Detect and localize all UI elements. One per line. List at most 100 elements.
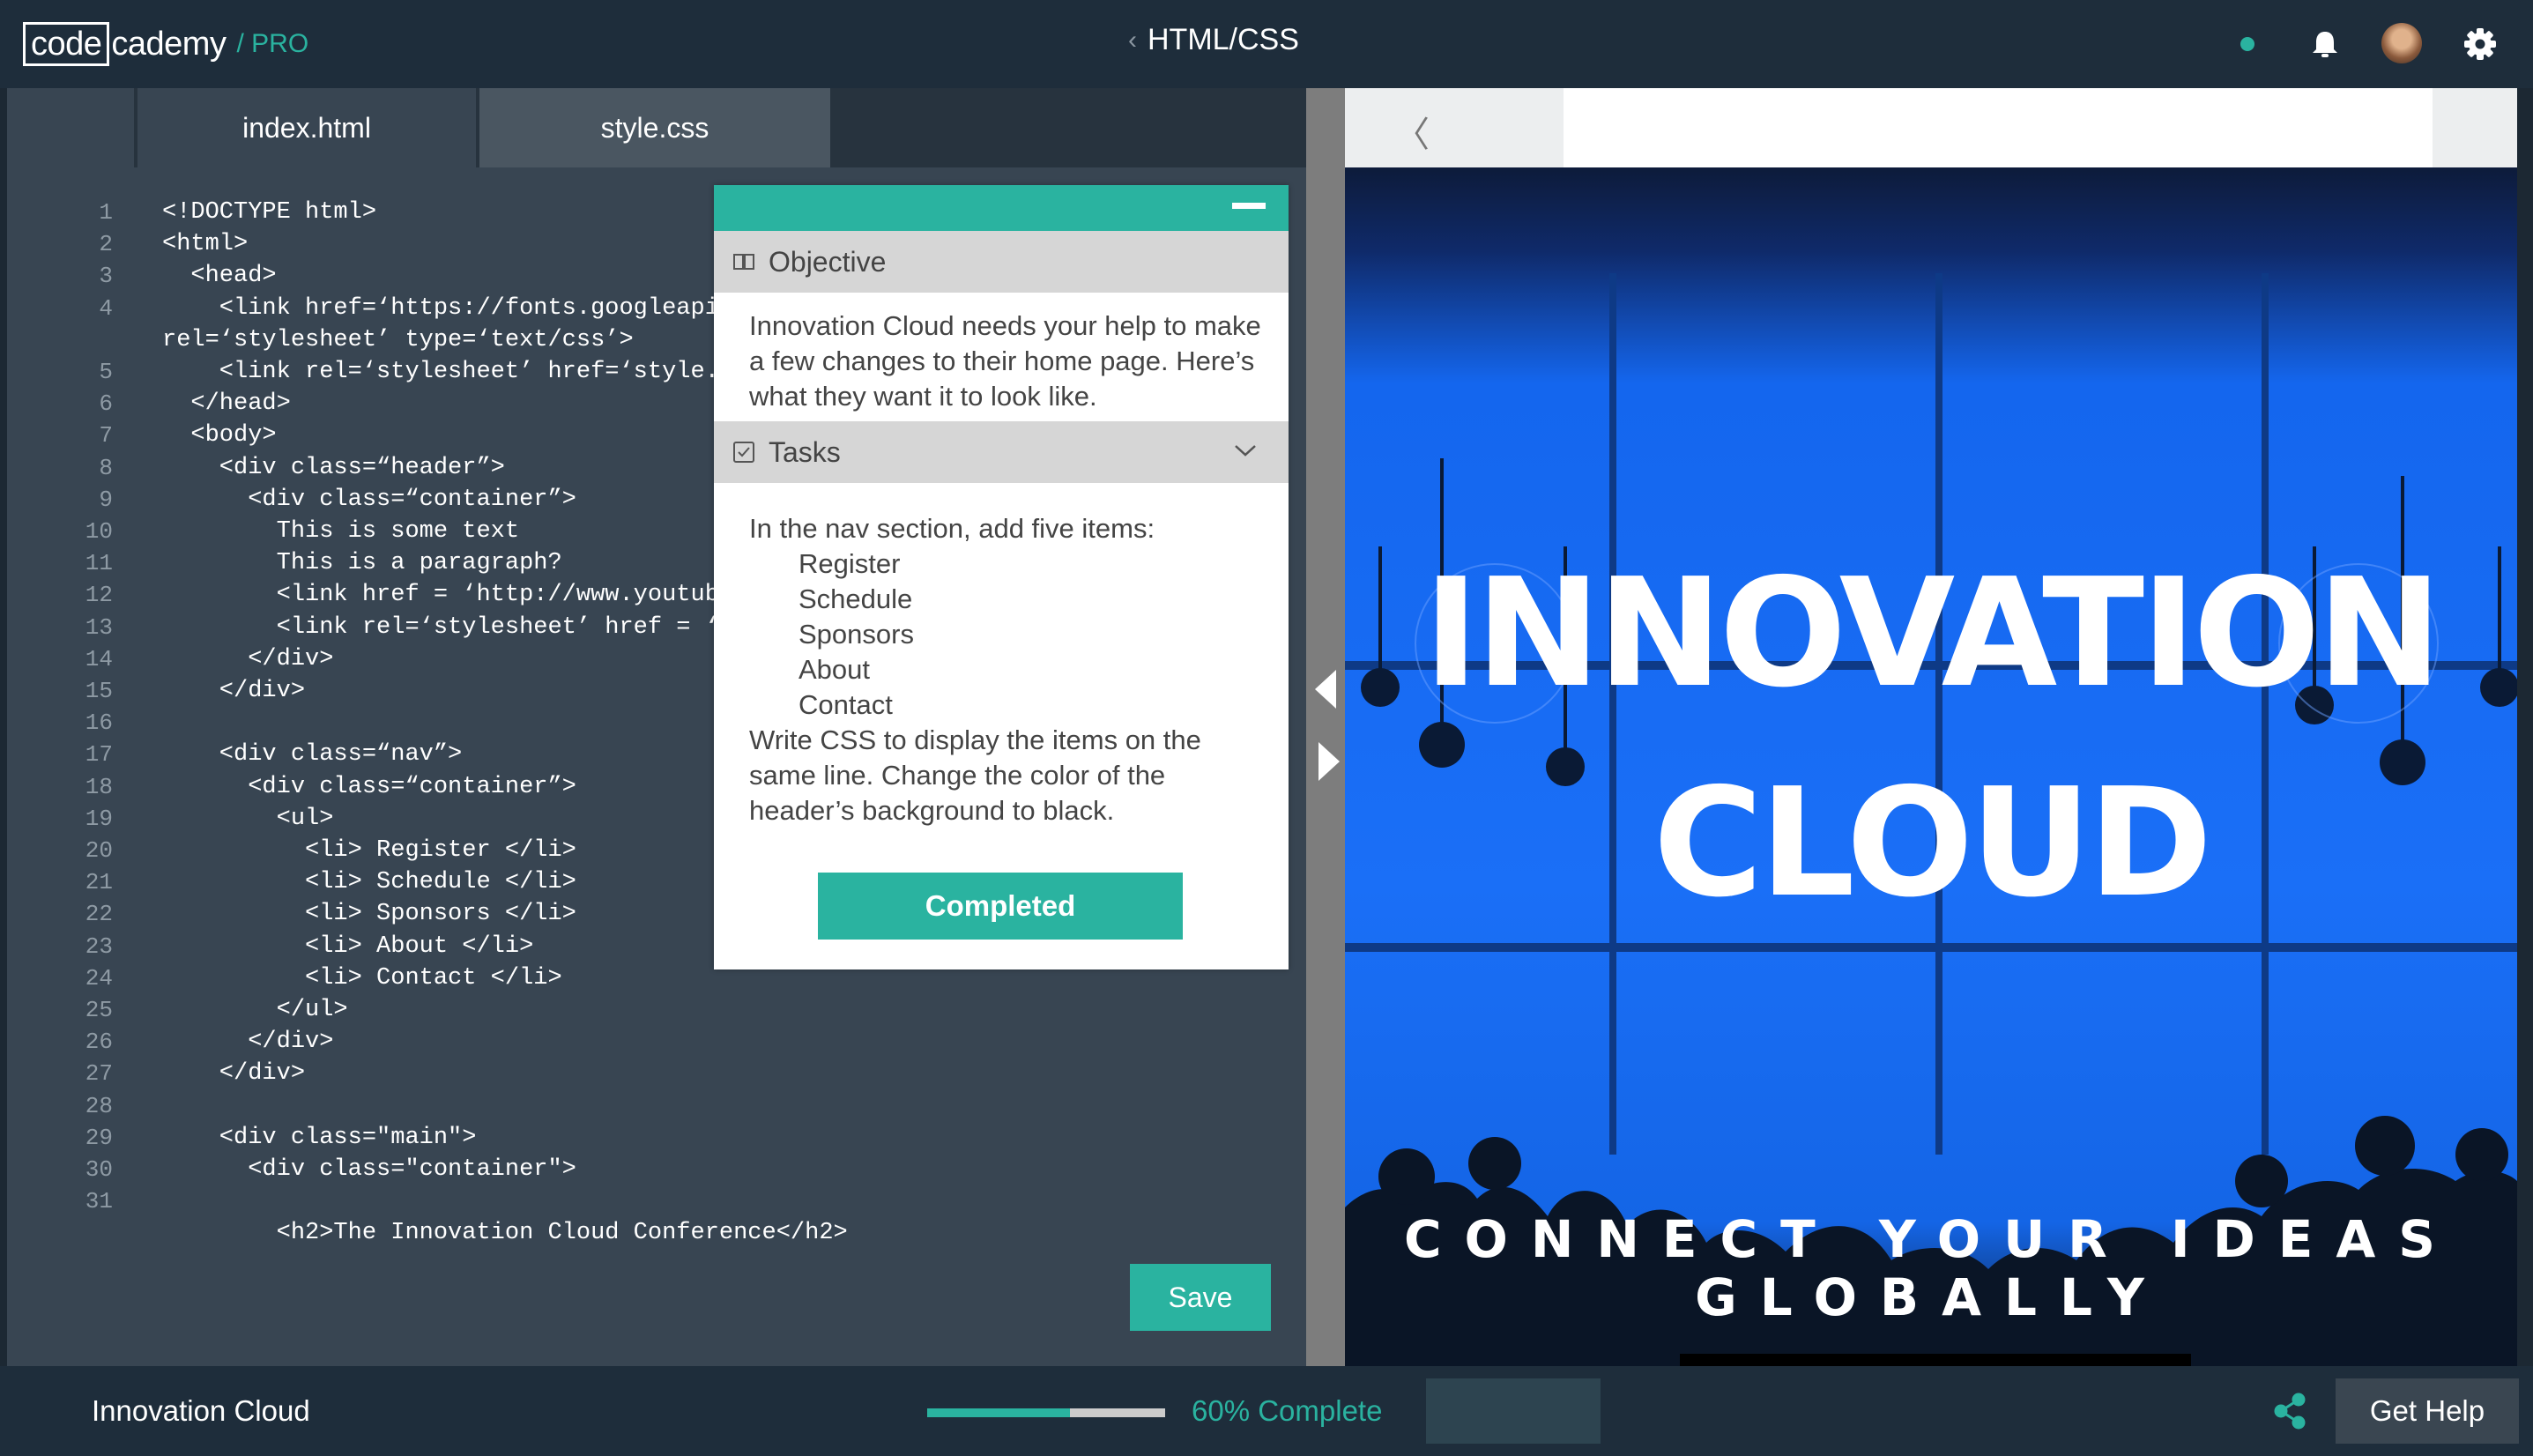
browser-back-button[interactable]: 〈 (1394, 106, 1430, 157)
save-button[interactable]: Save (1130, 1264, 1271, 1331)
progress-bar-fill (927, 1408, 1070, 1417)
expand-right-icon[interactable] (1318, 742, 1340, 781)
share-icon[interactable] (2272, 1393, 2307, 1430)
hero-image: INNOVATION CLOUD CONNECT YOUR IDEAS GLOB… (1345, 167, 2517, 1366)
code-line[interactable]: <link rel=‘stylesheet’ href=‘style.c (162, 359, 733, 385)
hero-title-line2: CLOUD (1653, 756, 2213, 931)
line-number: 21 (85, 869, 113, 895)
editor-tab-bar: index.html style.css (7, 88, 1306, 167)
task-item: Sponsors (799, 619, 914, 650)
next-step-button[interactable] (1426, 1378, 1601, 1444)
instructions-panel: Objective Innovation Cloud needs your he… (714, 185, 1289, 969)
top-bar: code cademy / PRO ‹ HTML/CSS (0, 0, 2533, 88)
code-line[interactable]: </div> (162, 646, 333, 672)
course-title-label: HTML/CSS (1148, 23, 1299, 56)
code-line[interactable]: <div class=“container”> (162, 487, 576, 513)
line-number: 29 (85, 1125, 113, 1151)
code-line[interactable]: <li> About </li> (162, 933, 533, 960)
code-line[interactable]: <h2>The Innovation Cloud Conference</h2> (162, 1220, 848, 1246)
code-line[interactable]: <li> Schedule </li> (162, 869, 576, 895)
line-number: 24 (85, 965, 113, 992)
tab-style-css[interactable]: style.css (479, 88, 830, 167)
code-line[interactable]: </div> (162, 678, 305, 704)
line-number: 5 (99, 359, 113, 385)
online-status-dot (2240, 37, 2254, 51)
tasks-header[interactable]: Tasks (714, 421, 1289, 483)
line-number: 22 (85, 901, 113, 927)
code-line[interactable]: <div class="container"> (162, 1156, 576, 1183)
hero-tagline-line2: GLOBALLY (1695, 1267, 2167, 1327)
book-icon (733, 254, 754, 270)
file-navigator-toggle[interactable] (7, 88, 134, 167)
tasks-outro: Write CSS to display the items on the sa… (749, 724, 1201, 826)
pane-divider[interactable] (1306, 88, 1345, 1366)
tab-index-html[interactable]: index.html (137, 88, 476, 167)
panel-header (714, 185, 1289, 231)
task-item: Schedule (799, 583, 913, 614)
objective-text: Innovation Cloud needs your help to make… (749, 310, 1261, 412)
line-number: 2 (99, 231, 113, 257)
preview-scrollbar[interactable] (2517, 88, 2533, 1366)
code-line[interactable]: </ul> (162, 997, 348, 1023)
project-name: Innovation Cloud (92, 1394, 310, 1427)
gear-icon[interactable] (2461, 25, 2500, 63)
line-number: 11 (85, 550, 113, 576)
code-line[interactable]: </div> (162, 1029, 333, 1055)
code-line[interactable]: <div class=“nav”> (162, 741, 462, 768)
hero-title-line1: INNOVATION (1422, 546, 2442, 721)
code-line[interactable]: This is a paragraph? (162, 550, 562, 576)
code-line[interactable]: <body> (162, 422, 276, 449)
line-number: 18 (85, 774, 113, 800)
hero-tagline-line1: CONNECT YOUR IDEAS (1403, 1209, 2459, 1269)
line-number: 12 (85, 582, 113, 608)
task-item: Register (799, 548, 901, 579)
code-line[interactable]: <link href = ‘http://www.youtube (162, 582, 734, 608)
browser-url-field[interactable] (1564, 88, 2433, 167)
logo-cademy: cademy (111, 25, 227, 63)
tasks-text: In the nav section, add five items: Regi… (749, 511, 1269, 828)
completed-button[interactable]: Completed (818, 873, 1183, 940)
objective-header: Objective (714, 231, 1289, 293)
progress-label: 60% Complete (1192, 1394, 1383, 1427)
line-number: 30 (85, 1156, 113, 1183)
objective-label: Objective (769, 245, 887, 278)
code-line[interactable]: <link href=‘https://fonts.googleapis (162, 295, 733, 322)
codecademy-logo[interactable]: code cademy / PRO (23, 22, 309, 66)
line-number: 9 (99, 487, 113, 513)
logo-code-box: code (23, 22, 110, 66)
user-avatar[interactable] (2381, 23, 2422, 63)
checkbox-icon (733, 442, 754, 463)
code-line[interactable]: <li> Contact </li> (162, 965, 562, 992)
code-line[interactable]: rel=‘stylesheet’ type=‘text/css’> (162, 327, 634, 353)
code-line[interactable]: <head> (162, 263, 276, 289)
get-help-button[interactable]: Get Help (2336, 1378, 2519, 1444)
line-number: 16 (85, 709, 113, 736)
line-number: 19 (85, 806, 113, 832)
code-line[interactable]: <!DOCTYPE html> (162, 199, 376, 226)
tasks-intro: In the nav section, add five items: (749, 513, 1155, 544)
bottom-bar: Innovation Cloud 60% Complete Get Help (0, 1366, 2533, 1456)
line-number: 27 (85, 1060, 113, 1087)
code-line[interactable]: This is some text (162, 518, 519, 545)
code-line[interactable]: <div class=“container”> (162, 774, 576, 800)
collapse-left-icon[interactable] (1315, 670, 1336, 709)
code-line[interactable]: <div class="main"> (162, 1125, 477, 1151)
line-number: 1 (99, 199, 113, 226)
logo-pro-badge: / PRO (236, 29, 309, 58)
code-line[interactable]: <link rel=‘stylesheet’ href = ‘s (162, 614, 734, 641)
line-number: 26 (85, 1029, 113, 1055)
code-line[interactable]: <li> Register </li> (162, 837, 576, 864)
code-line[interactable]: <div class=“header”> (162, 455, 505, 481)
code-line[interactable]: <li> Sponsors </li> (162, 901, 576, 927)
line-number: 17 (85, 741, 113, 768)
progress-bar (927, 1408, 1165, 1417)
code-line[interactable]: </head> (162, 390, 290, 417)
task-item: Contact (799, 689, 893, 720)
code-line[interactable]: <html> (162, 231, 248, 257)
course-title[interactable]: ‹ HTML/CSS (1128, 23, 1299, 57)
code-line[interactable]: <ul> (162, 806, 334, 832)
bell-icon[interactable] (2307, 26, 2343, 62)
code-line[interactable]: </div> (162, 1060, 305, 1087)
minimize-icon[interactable] (1232, 203, 1266, 209)
chevron-down-icon[interactable] (1232, 437, 1259, 464)
